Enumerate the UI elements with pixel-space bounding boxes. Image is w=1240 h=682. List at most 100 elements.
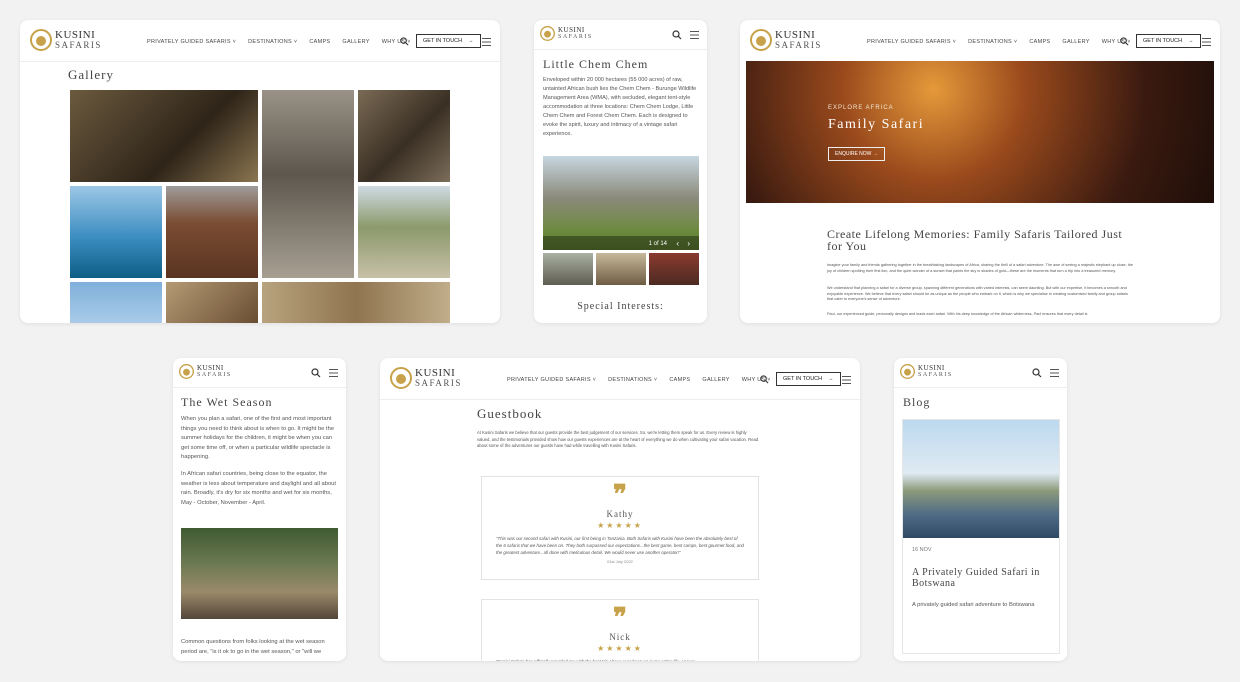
logo[interactable]: KUSINI SAFARIS [900, 363, 953, 380]
chem-chem-page-card: KUSINI SAFARIS Little Chem Chem Enveloped… [534, 20, 707, 323]
hamburger-menu-icon[interactable] [690, 31, 699, 39]
menu-privately-guided[interactable]: PRIVATELY GUIDED SAFARIS ˅ [867, 39, 956, 45]
hamburger-menu-icon[interactable] [842, 376, 851, 384]
hamburger-menu-icon[interactable] [1202, 38, 1211, 46]
arrow-right-icon: → [828, 376, 834, 382]
quote-icon: ❞ [613, 603, 627, 632]
blog-post-card[interactable]: 16 NOV A Privately Guided Safari in Bots… [902, 419, 1060, 654]
search-icon[interactable] [672, 30, 682, 40]
site-header-mobile: KUSINI SAFARIS [534, 20, 707, 50]
page-title: Gallery [68, 67, 114, 82]
menu-camps[interactable]: CAMPS [1029, 39, 1050, 45]
search-icon[interactable] [400, 37, 409, 46]
mokoro-photo [903, 420, 1059, 538]
logo[interactable]: KUSINI SAFARIS [540, 25, 593, 42]
family-safari-page-card: KUSINI SAFARIS PRIVATELY GUIDED SAFARIS ˅… [740, 20, 1220, 323]
section-heading: Create Lifelong Memories: Family Safaris… [827, 227, 1123, 253]
intro-paragraph: At Kusini Safaris we believe that our gu… [477, 430, 759, 448]
lion-logo-icon [750, 29, 772, 51]
gallery-page-card: KUSINI SAFARIS PRIVATELY GUIDED SAFARIS ˅… [20, 20, 500, 323]
menu-destinations[interactable]: DESTINATIONS ˅ [968, 39, 1017, 45]
paragraph-1: When you plan a safari, one of the first… [181, 416, 335, 461]
thumbnail-tent[interactable] [596, 253, 646, 285]
blog-page-card: KUSINI SAFARIS Blog 16 NOV A Privately Gu… [894, 358, 1067, 661]
camp-photo[interactable] [358, 186, 450, 278]
logo[interactable]: KUSINI SAFARIS [750, 28, 822, 52]
get-in-touch-button[interactable]: GET IN TOUCH → [776, 372, 841, 386]
guestbook-page-card: KUSINI SAFARIS PRIVATELY GUIDED SAFARIS ˅… [380, 358, 860, 661]
sky-photo[interactable] [70, 282, 162, 323]
hero-banner: EXPLORE AFRICA Family Safari ENQUIRE NOW… [746, 61, 1214, 203]
menu-destinations[interactable]: DESTINATIONS ˅ [248, 39, 297, 45]
lion-logo-icon [179, 364, 194, 379]
section-heading: Special Interests: [577, 301, 664, 312]
menu-gallery[interactable]: GALLERY [702, 377, 729, 383]
reviewer-name: Nick [609, 632, 631, 642]
hero-kicker: EXPLORE AFRICA [828, 105, 894, 111]
review-date: 01st July 2022 [607, 559, 633, 564]
get-in-touch-button[interactable]: GET IN TOUCH → [1136, 34, 1201, 48]
menu-gallery[interactable]: GALLERY [342, 39, 369, 45]
cheetah-photo[interactable] [262, 282, 450, 323]
menu-gallery[interactable]: GALLERY [1062, 39, 1089, 45]
hamburger-menu-icon[interactable] [329, 369, 338, 377]
elephant-slider[interactable]: 1 of 14 ‹ › [543, 156, 699, 250]
menu-camps[interactable]: CAMPS [669, 377, 690, 383]
leopard-photo[interactable] [70, 90, 258, 182]
menu-destinations[interactable]: DESTINATIONS ˅ [608, 377, 657, 383]
paragraph-2: We understand that planning a safari for… [827, 286, 1128, 301]
main-menu: PRIVATELY GUIDED SAFARIS ˅ DESTINATIONS … [867, 39, 1131, 45]
review-card: ❞ Kathy ★★★★★ "This was our second safar… [481, 476, 759, 580]
review-card: ❞ Nick ★★★★★ "Kusini Safaris has officia… [481, 599, 759, 661]
search-icon[interactable] [1120, 37, 1129, 46]
paragraph-1: Imagine your family and friends gatherin… [827, 263, 1133, 273]
thumbnail-dining[interactable] [649, 253, 699, 285]
site-header-mobile: KUSINI SAFARIS [894, 358, 1067, 388]
lions-photo[interactable] [181, 528, 338, 619]
arrow-right-icon: → [468, 38, 474, 44]
site-header: KUSINI SAFARIS PRIVATELY GUIDED SAFARIS ˅… [740, 20, 1220, 62]
quote-icon: ❞ [613, 480, 627, 509]
site-header: KUSINI SAFARIS PRIVATELY GUIDED SAFARIS ˅… [20, 20, 500, 62]
thumbnail-elephant[interactable] [543, 253, 593, 285]
post-excerpt: A privately guided safari adventure to B… [912, 602, 1035, 608]
logo[interactable]: KUSINI SAFARIS [30, 28, 102, 52]
review-text: "This was our second safari with Kusini,… [496, 536, 744, 555]
lion-logo-icon [540, 26, 555, 41]
search-icon[interactable] [760, 375, 769, 384]
elephant-photo[interactable] [262, 90, 354, 278]
lion-logo-icon [30, 29, 52, 51]
page-title: Guestbook [477, 406, 543, 421]
search-icon[interactable] [1032, 368, 1042, 378]
get-in-touch-button[interactable]: GET IN TOUCH → [416, 34, 481, 48]
reviewer-name: Kathy [606, 509, 634, 519]
hamburger-menu-icon[interactable] [1050, 369, 1059, 377]
post-date: 16 NOV [912, 547, 932, 553]
rating-stars: ★★★★★ [597, 644, 643, 653]
guide-photo[interactable] [166, 282, 258, 323]
site-header: KUSINI SAFARIS PRIVATELY GUIDED SAFARIS ˅… [380, 358, 860, 400]
chevron-left-icon[interactable]: ‹ [676, 239, 679, 248]
savanna-photo[interactable] [166, 186, 258, 278]
post-title: A Privately Guided Safari in Botswana [912, 567, 1040, 589]
review-text: "Kusini Safaris has officially provided … [482, 653, 758, 661]
lion-logo-icon [900, 364, 915, 379]
intro-paragraph: Enveloped within 20 000 hectares (55 000… [543, 77, 697, 137]
logo[interactable]: KUSINI SAFARIS [390, 366, 462, 390]
chevron-right-icon[interactable]: › [687, 239, 690, 248]
search-icon[interactable] [311, 368, 321, 378]
menu-privately-guided[interactable]: PRIVATELY GUIDED SAFARIS ˅ [507, 377, 596, 383]
hamburger-menu-icon[interactable] [482, 38, 491, 46]
paragraph-3: Paul, our experienced guide, personally … [827, 312, 1088, 316]
enquire-now-button[interactable]: ENQUIRE NOW → [828, 147, 885, 161]
main-menu: PRIVATELY GUIDED SAFARIS ˅ DESTINATIONS … [147, 39, 411, 45]
buffalo-photo[interactable] [358, 90, 450, 182]
hero-title: Family Safari [828, 117, 925, 132]
logo[interactable]: KUSINI SAFARIS [179, 363, 232, 380]
paragraph-3: Common questions from folks looking at t… [181, 639, 325, 655]
menu-camps[interactable]: CAMPS [309, 39, 330, 45]
menu-privately-guided[interactable]: PRIVATELY GUIDED SAFARIS ˅ [147, 39, 236, 45]
lion-logo-icon [390, 367, 412, 389]
rating-stars: ★★★★★ [597, 521, 643, 530]
dhow-photo[interactable] [70, 186, 162, 278]
